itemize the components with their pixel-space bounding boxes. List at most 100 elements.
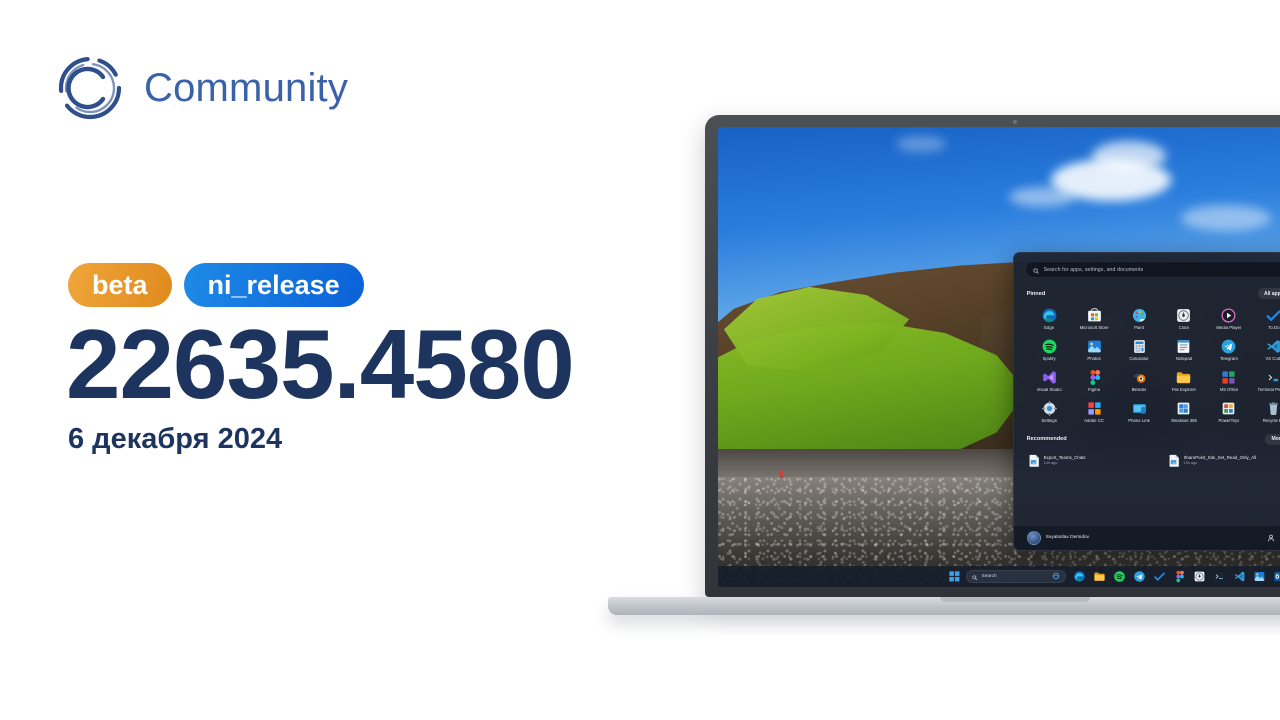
pinned-app-settings[interactable]: Settings	[1027, 398, 1072, 425]
footer-actions	[1267, 529, 1280, 547]
community-circle-c-logo	[54, 52, 126, 124]
powertoys-icon	[1220, 400, 1237, 417]
outlook-icon[interactable]	[1273, 570, 1280, 583]
start-menu-footer: Svyatoslav Demidov	[1013, 524, 1280, 550]
pinned-app-label: Microsoft Store	[1079, 326, 1109, 331]
webcam-dot-icon	[1013, 120, 1017, 124]
recommended-item[interactable]: Export_Teams_Chats 14h ago	[1027, 451, 1157, 470]
pinned-apps-grid: Edge Microsoft Store Paint Clock Media Playe…	[1027, 305, 1280, 425]
pinned-app-label: MS Office	[1219, 387, 1239, 392]
pinned-app-notepad[interactable]: Notepad	[1162, 336, 1207, 363]
all-apps-label: All apps	[1263, 290, 1280, 297]
pinned-app-photos[interactable]: Photos	[1072, 336, 1117, 363]
pinned-app-spotify[interactable]: Spotify	[1027, 336, 1072, 363]
clock-icon[interactable]	[1193, 570, 1206, 583]
more-button[interactable]: More	[1265, 433, 1280, 445]
file-explorer-icon[interactable]	[1093, 570, 1106, 583]
blender-icon	[1131, 369, 1148, 386]
copilot-icon[interactable]	[1052, 567, 1060, 585]
recommended-title: Recommended	[1026, 436, 1067, 443]
build-number: 22635.4580	[66, 309, 575, 419]
pinned-app-label: Spotify	[1042, 357, 1056, 362]
pinned-app-file-explorer[interactable]: File Explorer	[1162, 367, 1207, 394]
laptop-base	[608, 597, 1280, 615]
media-player-icon	[1220, 307, 1237, 324]
all-apps-button[interactable]: All apps	[1257, 288, 1280, 300]
pinned-app-adobe-cc[interactable]: Adobe CC	[1072, 398, 1117, 425]
pinned-app-powertoys[interactable]: PowerToys	[1206, 398, 1251, 425]
start-menu: Search for apps, settings, and documents…	[1012, 252, 1280, 551]
vs-code-icon[interactable]	[1233, 570, 1246, 583]
settings-gear-icon	[1041, 400, 1058, 417]
pinned-app-terminal-preview[interactable]: Terminal Preview	[1251, 367, 1280, 394]
figma-icon[interactable]	[1173, 570, 1186, 583]
visual-studio-icon	[1041, 369, 1058, 386]
channel-badge: beta	[68, 263, 172, 307]
pinned-app-windows-365[interactable]: Windows 365	[1162, 398, 1207, 425]
more-label: More	[1271, 436, 1280, 443]
pinned-app-phone-link[interactable]: Phone Link	[1117, 398, 1162, 425]
pinned-app-ms-office[interactable]: MS Office	[1206, 367, 1251, 394]
adobe-cc-icon	[1086, 400, 1103, 417]
pinned-app-media-player[interactable]: Media Player	[1206, 305, 1251, 332]
terminal-icon[interactable]	[1213, 570, 1226, 583]
recommended-item-time: 14h ago	[1043, 460, 1058, 465]
photos-icon[interactable]	[1253, 570, 1266, 583]
pinned-app-figma[interactable]: Figma	[1072, 367, 1117, 394]
release-date: 6 декабря 2024	[68, 423, 283, 455]
calculator-icon	[1131, 338, 1148, 355]
edge-icon[interactable]	[1073, 570, 1086, 583]
pinned-app-label: Visual Studio	[1036, 387, 1062, 392]
clock-icon	[1175, 307, 1192, 324]
pinned-app-to-do[interactable]: To Do	[1251, 305, 1280, 332]
windows-start-icon[interactable]	[948, 570, 961, 583]
document-file-icon	[1029, 454, 1040, 467]
pinned-app-label: Phone Link	[1128, 418, 1150, 423]
pinned-app-label: Edge	[1044, 326, 1055, 331]
account-icon[interactable]	[1267, 529, 1275, 547]
document-file-icon	[1169, 454, 1180, 467]
pinned-app-vs-code[interactable]: VS Code	[1251, 336, 1280, 363]
branch-badge: ni_release	[183, 263, 364, 307]
pinned-app-clock[interactable]: Clock	[1162, 305, 1207, 332]
pinned-app-label: Media Player	[1216, 326, 1242, 331]
file-explorer-icon	[1175, 369, 1192, 386]
search-icon	[1033, 261, 1039, 279]
taskbar-search-label: Search	[981, 573, 997, 579]
pinned-app-calculator[interactable]: Calculator	[1117, 336, 1162, 363]
user-account-button[interactable]: Svyatoslav Demidov	[1026, 530, 1089, 545]
pinned-app-label: Notepad	[1175, 357, 1193, 362]
pinned-app-edge[interactable]: Edge	[1027, 305, 1072, 332]
pinned-app-label: Calculator	[1129, 357, 1149, 362]
pinned-app-label: Photos	[1087, 357, 1101, 362]
pinned-app-label: Figma	[1088, 387, 1101, 392]
laptop-lid: Search for apps, settings, and documents…	[705, 115, 1280, 597]
pinned-app-paint[interactable]: Paint	[1117, 305, 1162, 332]
recommended-item[interactable]: SharePoint_Site_Set_Read_Only_All 19h ago	[1167, 451, 1280, 470]
figma-icon	[1086, 369, 1103, 386]
pinned-app-visual-studio[interactable]: Visual Studio	[1027, 367, 1072, 394]
telegram-icon[interactable]	[1133, 570, 1146, 583]
taskbar-search-box[interactable]: Search	[966, 567, 1066, 585]
pinned-app-label: Telegram	[1220, 357, 1238, 362]
start-search-input[interactable]: Search for apps, settings, and documents	[1024, 261, 1280, 279]
recycle-bin-icon	[1265, 400, 1280, 417]
pinned-app-label: VS Code	[1265, 357, 1280, 362]
recommended-item-name: SharePoint_Site_Set_Read_Only_All	[1183, 455, 1257, 461]
vs-code-icon	[1265, 338, 1280, 355]
to-do-icon[interactable]	[1153, 570, 1166, 583]
pinned-app-label: Recycle Bin	[1262, 418, 1280, 423]
pinned-app-label: Paint	[1134, 326, 1144, 331]
search-icon	[972, 567, 978, 585]
photos-icon	[1086, 338, 1103, 355]
pinned-title: Pinned	[1026, 290, 1046, 297]
pinned-app-recycle-bin[interactable]: Recycle Bin	[1251, 398, 1280, 425]
laptop-screen: Search for apps, settings, and documents…	[718, 127, 1280, 587]
terminal-preview-icon	[1265, 369, 1280, 386]
release-badges: beta ni_release	[68, 263, 364, 307]
pinned-app-blender[interactable]: Blender	[1117, 367, 1162, 394]
pinned-app-microsoft-store[interactable]: Microsoft Store	[1072, 305, 1117, 332]
spotify-icon[interactable]	[1113, 570, 1126, 583]
pinned-app-label: Blender	[1131, 387, 1147, 392]
pinned-app-telegram[interactable]: Telegram	[1206, 336, 1251, 363]
